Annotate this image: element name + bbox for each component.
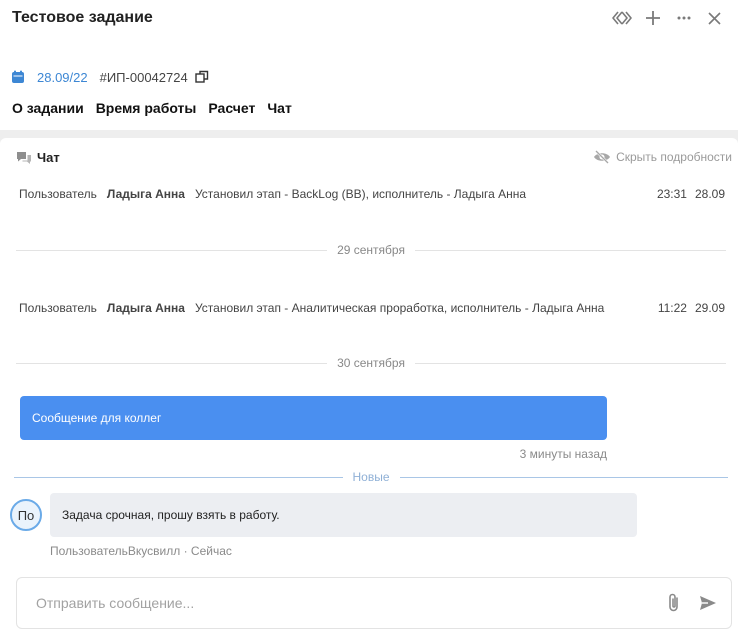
page-title: Тестовое задание [12, 9, 153, 26]
send-button[interactable] [691, 588, 725, 618]
event-text: Установил этап - Аналитическая проработк… [194, 301, 605, 315]
meta-separator: · [183, 544, 188, 558]
tabs: О задании Время работы Расчет Чат [12, 100, 292, 116]
incoming-message[interactable]: Задача срочная, прошу взять в работу. [50, 493, 637, 537]
incoming-message-meta: ПользовательВкусвилл · Сейчас [50, 544, 232, 558]
message-author: ПользовательВкусвилл [50, 544, 181, 558]
copy-icon[interactable] [195, 70, 209, 84]
calendar-icon [12, 70, 24, 83]
event-time: 11:22 [657, 301, 687, 315]
event-time: 23:31 [656, 187, 687, 201]
event-row: Пользователь Ладыга Анна Установил этап … [19, 186, 725, 202]
event-author: Ладыга Анна [106, 301, 185, 315]
chat-bubbles-icon [17, 151, 31, 164]
header-actions [606, 6, 730, 30]
attach-button[interactable] [657, 588, 691, 618]
close-icon [708, 11, 721, 25]
event-date: 28.09 [694, 187, 725, 201]
date-divider-label: 30 сентября [337, 356, 405, 370]
chat-title: Чат [37, 150, 60, 165]
chat-panel: Чат Скрыть подробности Пользователь Лады… [0, 138, 738, 637]
plus-icon [645, 11, 660, 25]
close-button[interactable] [699, 6, 730, 30]
event-role: Пользователь [19, 187, 97, 201]
hide-details-button[interactable]: Скрыть подробности [593, 150, 732, 164]
task-header: Тестовое задание 28.09/22 #ИП-00042724 О… [0, 0, 738, 130]
tab-calculation[interactable]: Расчет [208, 100, 255, 116]
diamond-link-icon [611, 11, 632, 25]
event-date: 29.09 [694, 301, 725, 315]
more-icon [677, 16, 690, 20]
paperclip-icon [669, 593, 678, 612]
tab-work-time[interactable]: Время работы [96, 100, 197, 116]
tab-chat[interactable]: Чат [267, 100, 291, 116]
task-date[interactable]: 28.09/22 [37, 70, 88, 85]
event-timestamp: 23:31 28.09 [657, 187, 725, 201]
event-row: Пользователь Ладыга Анна Установил этап … [19, 300, 725, 316]
outgoing-message-time: 3 минуты назад [519, 447, 607, 461]
chat-header: Чат [16, 150, 60, 165]
hide-details-label: Скрыть подробности [616, 150, 732, 164]
task-number: #ИП-00042724 [99, 69, 188, 85]
message-input[interactable] [36, 595, 657, 611]
event-author: Ладыга Анна [106, 187, 185, 201]
tab-about[interactable]: О задании [12, 100, 84, 116]
eye-off-icon [594, 150, 611, 164]
date-divider: 29 сентября [16, 242, 727, 258]
more-button[interactable] [668, 6, 699, 30]
outgoing-message[interactable]: Сообщение для коллег [20, 396, 607, 440]
avatar[interactable]: По [10, 499, 42, 531]
event-timestamp: 11:22 29.09 [658, 301, 725, 315]
diamond-link-button[interactable] [606, 6, 637, 30]
new-messages-divider: Новые [14, 469, 729, 485]
message-composer [16, 577, 732, 629]
task-meta: 28.09/22 #ИП-00042724 [11, 68, 209, 86]
new-messages-label: Новые [352, 470, 390, 484]
date-divider: 30 сентября [16, 355, 727, 371]
date-divider-label: 29 сентября [337, 243, 405, 257]
send-icon [700, 596, 716, 610]
message-time: Сейчас [190, 544, 232, 558]
event-text: Установил этап - BackLog (BB), исполните… [194, 187, 527, 201]
event-role: Пользователь [19, 301, 97, 315]
add-button[interactable] [637, 6, 668, 30]
